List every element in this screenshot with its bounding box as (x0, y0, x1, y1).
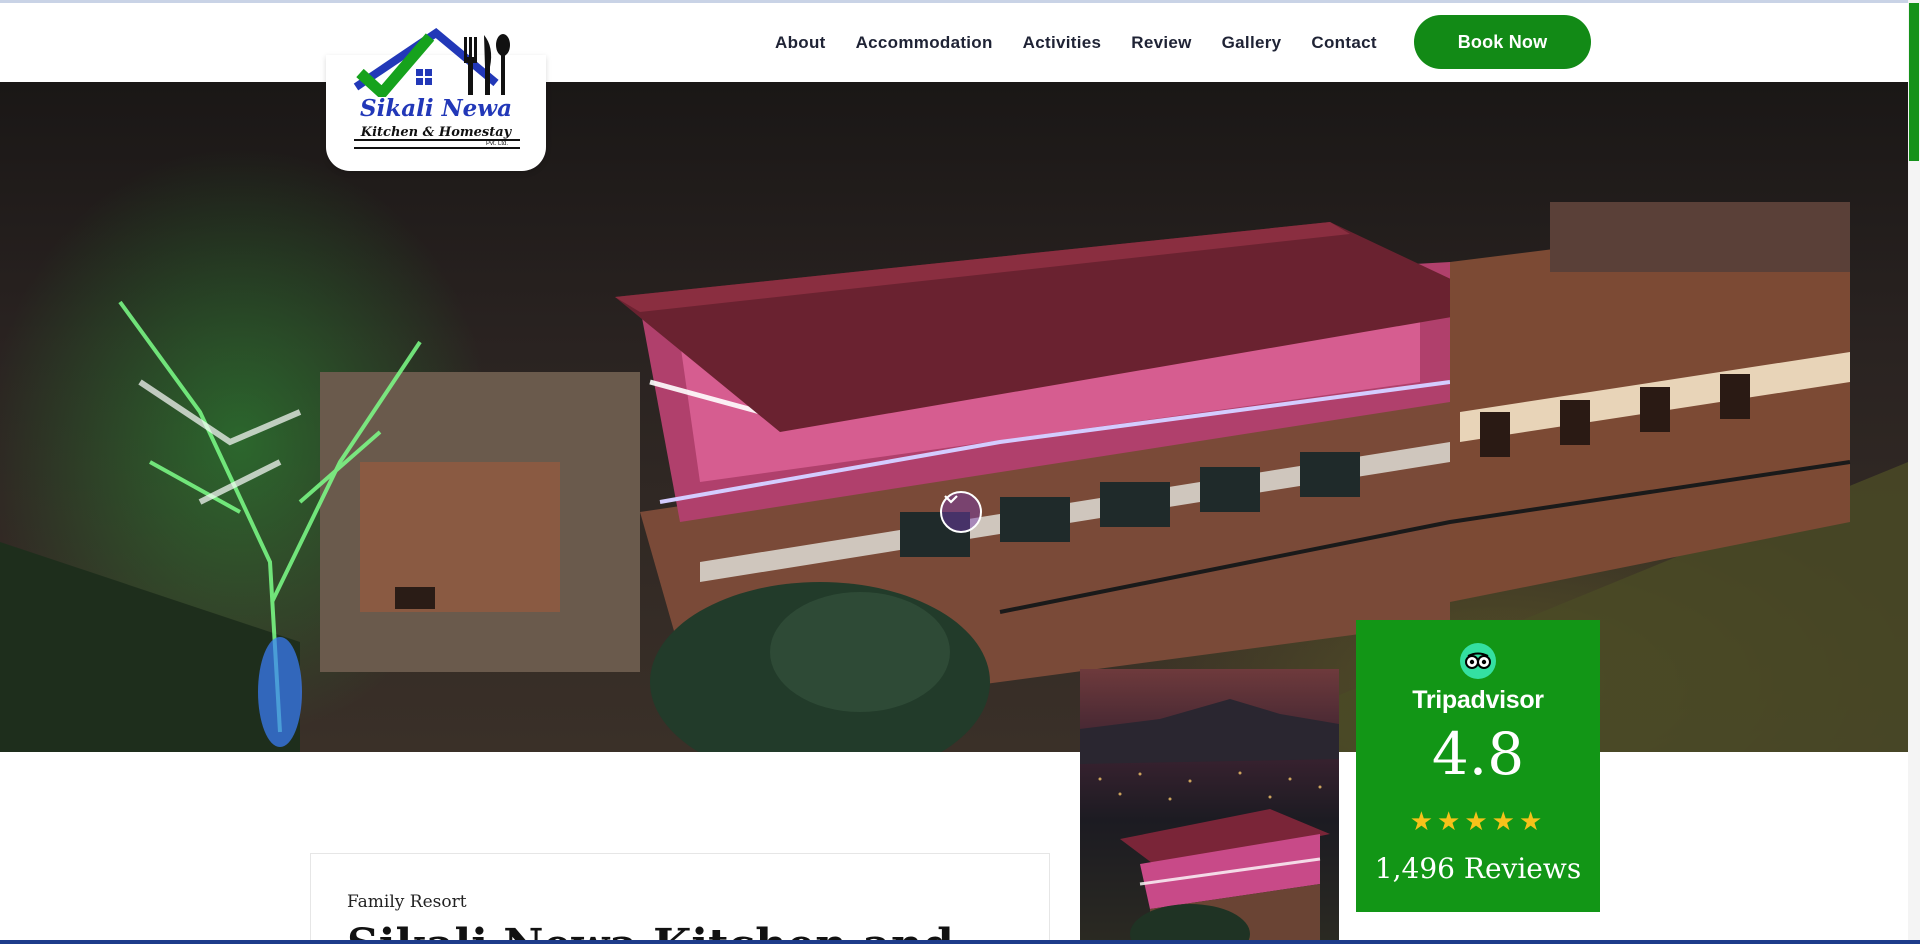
star-icon: ★ (1491, 806, 1519, 836)
intro-card: Family Resort Sikali Newa Kitchen and (310, 853, 1050, 944)
scroll-down-button[interactable] (940, 491, 982, 533)
logo-brand-name: Sikali Newa (359, 95, 513, 122)
star-icon: ★ (1464, 806, 1492, 836)
logo-rule-bottom (354, 147, 520, 149)
review-count: 1,496 Reviews (1374, 852, 1582, 885)
resort-thumbnail-photo (1080, 669, 1339, 944)
star-icon: ★ (1409, 806, 1438, 836)
nav-about[interactable]: About (775, 33, 826, 53)
book-now-button[interactable]: Book Now (1414, 15, 1591, 69)
intro-eyebrow: Family Resort (347, 892, 467, 912)
star-icon: ★ (1437, 806, 1465, 836)
nav-accommodation[interactable]: Accommodation (856, 33, 993, 53)
site-header: About Accommodation Activities Review Ga… (0, 3, 1908, 82)
nav-activities[interactable]: Activities (1023, 33, 1102, 53)
logo-house-icon (353, 28, 510, 97)
nav-review[interactable]: Review (1131, 33, 1191, 53)
tripadvisor-owl-icon (1460, 643, 1496, 679)
site-logo[interactable]: Sikali Newa Kitchen & Homestay Pvt. Ltd. (326, 28, 546, 171)
rating-value: 4.8 (1431, 720, 1525, 788)
thumbnail-illustration (1080, 699, 1339, 944)
tripadvisor-wordmark: Tripadvisor (1412, 686, 1544, 714)
page: About Accommodation Activities Review Ga… (0, 0, 1920, 944)
hero-illustration (0, 202, 1908, 752)
hero-image (0, 82, 1908, 752)
main-nav: About Accommodation Activities Review Ga… (775, 3, 1377, 82)
page-scrollbar-thumb[interactable] (1909, 3, 1919, 161)
nav-gallery[interactable]: Gallery (1222, 33, 1282, 53)
bottom-edge-bar (0, 940, 1920, 944)
nav-contact[interactable]: Contact (1311, 33, 1376, 53)
rating-stars: ★★★★★ (1356, 806, 1600, 837)
logo-suffix: Pvt. Ltd. (486, 141, 509, 147)
chevron-down-icon (944, 495, 958, 504)
tripadvisor-badge[interactable]: Tripadvisor 4.8 ★★★★★ 1,496 Reviews (1356, 620, 1600, 912)
star-icon: ★ (1518, 806, 1547, 836)
logo-tagline: Kitchen & Homestay (360, 125, 512, 140)
